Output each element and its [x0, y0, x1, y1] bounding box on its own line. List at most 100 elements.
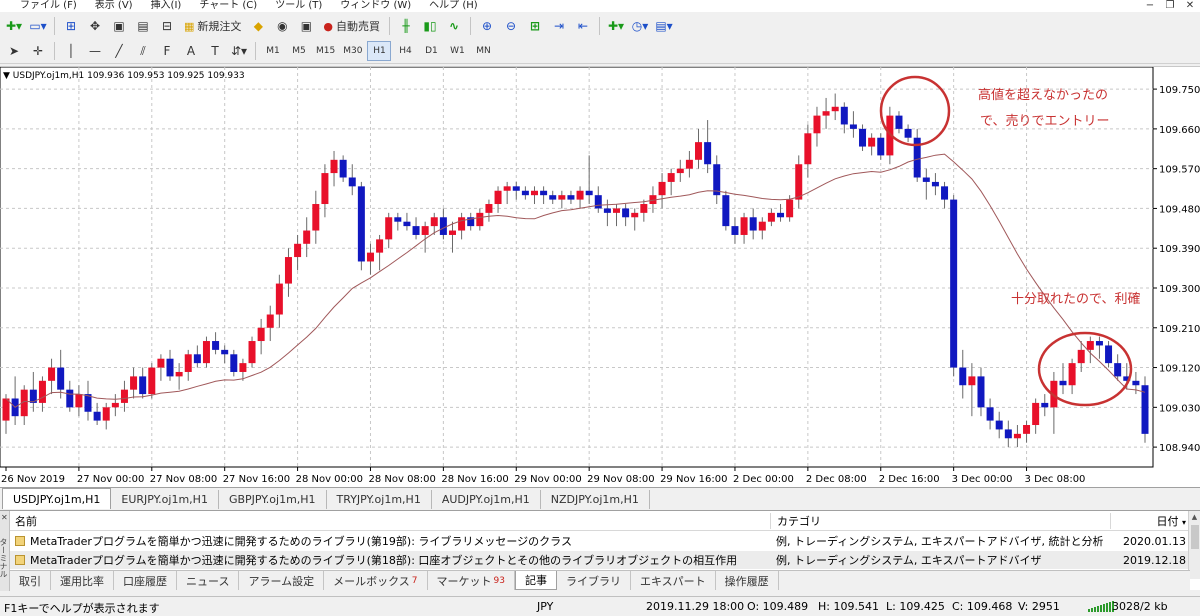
candle-body	[1059, 380, 1067, 386]
candlestick-button[interactable]: ▮▯	[419, 16, 441, 36]
menu-help[interactable]: ヘルプ (H)	[420, 0, 487, 12]
column-category[interactable]: カテゴリ	[770, 512, 1110, 529]
market-button[interactable]: ▣	[295, 16, 317, 36]
tab-news[interactable]: ニュース	[177, 571, 240, 590]
indicators-button[interactable]: ✚▾	[605, 16, 627, 36]
price-chart[interactable]: 109.750 109.660 109.570 109.480 109.390 109.3…	[0, 66, 1200, 487]
restore-icon[interactable]: ❐	[1160, 0, 1180, 12]
tab-journal[interactable]: 操作履歴	[716, 571, 779, 590]
tab-mailbox[interactable]: メールボックス 7	[324, 571, 428, 590]
auto-trading-button[interactable]: ● 自動売買	[319, 16, 384, 36]
chart-tab-gbpjpy[interactable]: GBPJPY.oj1m,H1	[219, 490, 327, 509]
autoscroll-button[interactable]: ⇤	[572, 16, 594, 36]
status-bar: F1キーでヘルプが表示されます JPY 2019.11.29 18:00 O: …	[0, 596, 1200, 616]
timeframe-mn[interactable]: MN	[471, 41, 495, 61]
chart-shift-button[interactable]: ⇥	[548, 16, 570, 36]
price-axis-label: 109.570	[1159, 165, 1200, 176]
bar-chart-button[interactable]: ╫	[395, 16, 417, 36]
chart-canvas[interactable]: 109.750 109.660 109.570 109.480 109.390 109.3…	[0, 67, 1200, 488]
profiles-button[interactable]: ▭▾	[27, 16, 49, 36]
text-button[interactable]: A	[180, 41, 202, 61]
tab-experts[interactable]: エキスパート	[631, 571, 716, 590]
terminal-button[interactable]: ▤	[132, 16, 154, 36]
candle-body	[394, 217, 402, 222]
annotation-entry-text-line2: で、売りでエントリー	[980, 113, 1109, 129]
candle-body	[922, 177, 930, 182]
candle-body	[722, 195, 730, 227]
zoom-out-button[interactable]: ⊖	[500, 16, 522, 36]
tab-library[interactable]: ライブラリ	[557, 571, 631, 590]
chart-tab-tryjpy[interactable]: TRYJPY.oj1m,H1	[327, 490, 432, 509]
tab-articles[interactable]: 記事	[514, 571, 557, 590]
chart-tab-audjpy[interactable]: AUDJPY.oj1m,H1	[432, 490, 541, 509]
table-row[interactable]: MetaTraderプログラムを簡単かつ迅速に開発するためのライブラリ(第18部…	[10, 551, 1190, 569]
toolbar-separator	[255, 42, 256, 60]
candlestick-icon: ▮▯	[423, 19, 437, 33]
tab-alerts[interactable]: アラーム設定	[239, 571, 325, 590]
table-row[interactable]: MetaTraderプログラムを簡単かつ迅速に開発するためのライブラリ(第19部…	[10, 532, 1190, 550]
timeframe-m5[interactable]: M5	[287, 41, 311, 61]
chart-tab-nzdjpy[interactable]: NZDJPY.oj1m,H1	[541, 490, 650, 509]
menu-tools[interactable]: ツール (T)	[266, 0, 331, 12]
trendline-button[interactable]: ╱	[108, 41, 130, 61]
timeframe-m30[interactable]: M30	[340, 41, 365, 61]
candle-body	[284, 257, 292, 284]
chart-tab-usdjpy[interactable]: USDJPY.oj1m,H1	[2, 488, 112, 509]
minimize-icon[interactable]: −	[1140, 0, 1160, 12]
tab-exposure[interactable]: 運用比率	[51, 571, 114, 590]
tester-button[interactable]: ⊟	[156, 16, 178, 36]
close-icon[interactable]: ✕	[1, 513, 8, 522]
text-icon: A	[186, 44, 196, 58]
column-date[interactable]: 日付 ▾	[1110, 512, 1190, 529]
vertical-line-button[interactable]: │	[60, 41, 82, 61]
menu-insert[interactable]: 挿入(I)	[142, 0, 191, 12]
navigator-button[interactable]: ✥	[84, 16, 106, 36]
candle-body	[430, 217, 438, 227]
market-watch-button[interactable]: ⊞	[60, 16, 82, 36]
menu-file[interactable]: ファイル (F)	[0, 0, 86, 12]
zoom-in-button[interactable]: ⊕	[476, 16, 498, 36]
new-order-button[interactable]: ▦ 新規注文	[180, 16, 245, 36]
signals-button[interactable]: ◉	[271, 16, 293, 36]
column-name[interactable]: 名前	[10, 513, 770, 529]
candle-body	[93, 411, 101, 421]
equidistant-channel-button[interactable]: ⫽	[132, 41, 154, 61]
timeframe-w1[interactable]: W1	[445, 41, 469, 61]
cursor-button[interactable]: ➤	[3, 41, 25, 61]
menu-view[interactable]: 表示 (V)	[86, 0, 142, 12]
crosshair-button[interactable]: ✛	[27, 41, 49, 61]
terminal-scrollbar[interactable]: ▲	[1188, 511, 1200, 579]
scroll-up-icon[interactable]: ▲	[1189, 511, 1200, 523]
metaeditor-button[interactable]: ◆	[247, 16, 269, 36]
status-traffic: 3028/2 kb	[1112, 600, 1168, 613]
candle-body	[1004, 429, 1012, 439]
timeframe-d1[interactable]: D1	[419, 41, 443, 61]
menu-window[interactable]: ウィンドウ (W)	[331, 0, 420, 12]
fibonacci-button[interactable]: F	[156, 41, 178, 61]
data-window-button[interactable]: ▣	[108, 16, 130, 36]
close-icon[interactable]: ✕	[1180, 0, 1200, 12]
chart-tab-eurjpy[interactable]: EURJPY.oj1m,H1	[111, 490, 219, 509]
timeframe-m1[interactable]: M1	[261, 41, 285, 61]
tab-account-history[interactable]: 口座履歴	[114, 571, 177, 590]
tab-trade[interactable]: 取引	[10, 571, 51, 590]
timeframe-h4[interactable]: H4	[393, 41, 417, 61]
templates-button[interactable]: ▤▾	[653, 16, 675, 36]
periods-button[interactable]: ◷▾	[629, 16, 651, 36]
candle-body	[111, 402, 119, 408]
candle-body	[540, 190, 548, 196]
new-chart-button[interactable]: ✚▾	[3, 16, 25, 36]
text-label-button[interactable]: T	[204, 41, 226, 61]
tile-windows-button[interactable]: ⊞	[524, 16, 546, 36]
line-chart-button[interactable]: ∿	[443, 16, 465, 36]
menu-chart[interactable]: チャート (C)	[190, 0, 266, 12]
horizontal-line-button[interactable]: —	[84, 41, 106, 61]
metaeditor-icon: ◆	[253, 19, 264, 33]
scroll-thumb[interactable]	[1191, 525, 1199, 549]
candle-body	[294, 243, 302, 258]
tab-market[interactable]: マーケット 93	[428, 571, 515, 590]
timeframe-m15[interactable]: M15	[313, 41, 338, 61]
timeframe-h1[interactable]: H1	[367, 41, 392, 61]
annotation-take-profit-text: 十分取れたので、利確	[1011, 291, 1140, 307]
arrows-button[interactable]: ⇵▾	[228, 41, 250, 61]
